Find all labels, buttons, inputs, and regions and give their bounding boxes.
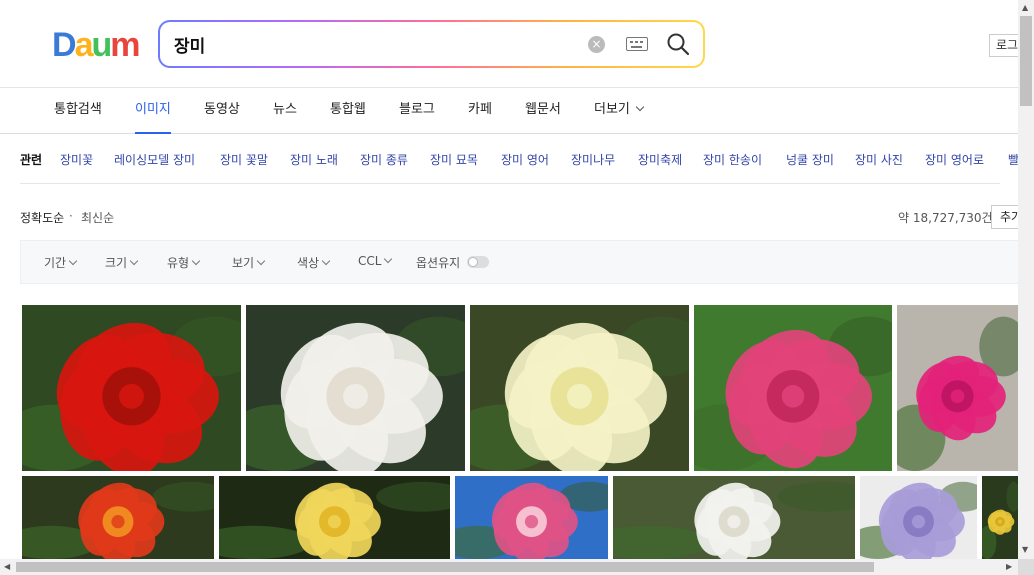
daum-logo[interactable]: Daum (52, 26, 141, 64)
image-thumbnail-white-rose[interactable] (246, 305, 465, 471)
sort-row: 정확도순 · 최신순 약 18,727,730건 추가 (0, 200, 1031, 232)
chevron-down-icon (384, 254, 393, 264)
filter-period[interactable]: 기간 (44, 254, 78, 271)
related-searches: 관련 장미꽃 레이싱모델 장미 장미 꽃말 장미 노래 장미 종류 장미 묘목 … (0, 135, 1030, 183)
chevron-down-icon (321, 256, 331, 266)
tab-more-label: 더보기 (594, 102, 630, 117)
scroll-down-icon[interactable]: ▼ (1022, 545, 1028, 554)
image-thumbnail-red-rose[interactable] (22, 305, 241, 471)
scrollbar-corner (1018, 559, 1034, 575)
tab-blog[interactable]: 블로그 (399, 88, 435, 134)
image-thumbnail-orange-red-rose[interactable] (22, 476, 214, 559)
tab-videos[interactable]: 동영상 (204, 88, 240, 134)
sort-separator: · (69, 209, 73, 223)
filter-bar: 기간 크기 유형 보기 색상 CCL 옵션유지 (20, 240, 1020, 284)
related-link[interactable]: 장미 꽃말 (220, 151, 268, 168)
related-link[interactable]: 장미꽃 (60, 151, 93, 168)
image-thumbnail-magenta-rose[interactable] (897, 305, 1018, 471)
related-link[interactable]: 레이싱모델 장미 (114, 151, 195, 168)
chevron-down-icon (129, 256, 139, 266)
search-icon[interactable] (666, 32, 690, 56)
image-thumbnail-white-rose-garden[interactable] (613, 476, 855, 559)
filter-size-label: 크기 (105, 256, 128, 270)
scroll-right-icon[interactable]: ▶ (1006, 562, 1012, 571)
tab-integrated-web[interactable]: 통합웹 (330, 88, 366, 134)
logo-letter-m: m (110, 26, 140, 64)
horizontal-scrollbar[interactable]: ◀ ▶ (0, 559, 1018, 575)
horizontal-scroll-thumb[interactable] (16, 562, 874, 572)
filter-ccl-label: CCL (358, 254, 382, 268)
filter-period-label: 기간 (44, 256, 67, 270)
vertical-scroll-thumb[interactable] (1020, 16, 1032, 106)
filter-keep-options: 옵션유지 (416, 256, 461, 270)
tab-web-docs[interactable]: 웹문서 (525, 88, 561, 134)
related-link[interactable]: 장미나무 (571, 151, 615, 168)
logo-letter-a: a (74, 26, 94, 64)
clear-icon[interactable]: × (588, 36, 605, 53)
image-thumbnail-lavender-rose[interactable] (860, 476, 977, 559)
tab-images[interactable]: 이미지 (135, 88, 171, 134)
related-link[interactable]: 넝쿨 장미 (786, 151, 834, 168)
chevron-down-icon (68, 256, 78, 266)
filter-type[interactable]: 유형 (167, 254, 201, 271)
result-count: 약 18,727,730건 (898, 211, 993, 225)
header: Daum × 로그인 (0, 0, 1029, 88)
tab-more[interactable]: 더보기 (594, 88, 645, 134)
related-title: 관련 (20, 153, 43, 167)
filter-type-label: 유형 (167, 256, 190, 270)
related-link[interactable]: 장미 영어로 (925, 151, 984, 168)
related-link[interactable]: 장미 노래 (290, 151, 338, 168)
search-input[interactable] (174, 31, 574, 57)
image-thumbnail-cream-rose[interactable] (470, 305, 689, 471)
image-thumbnail-pink-rosebuds[interactable] (694, 305, 892, 471)
logo-letter-d: D (52, 26, 77, 64)
chevron-down-icon (256, 256, 266, 266)
search-inner: × (160, 22, 703, 66)
keyboard-icon[interactable] (626, 37, 648, 51)
search-box: × (158, 20, 705, 68)
chevron-down-icon (191, 256, 201, 266)
related-link[interactable]: 장미축제 (638, 151, 682, 168)
filter-ccl[interactable]: CCL (358, 254, 393, 268)
tab-integrated-search[interactable]: 통합검색 (54, 88, 102, 134)
tab-cafe[interactable]: 카페 (468, 88, 492, 134)
keep-options-toggle[interactable] (467, 256, 489, 268)
filter-size[interactable]: 크기 (105, 254, 139, 271)
tab-bar: 통합검색 이미지 동영상 뉴스 통합웹 블로그 카페 웹문서 더보기 (0, 88, 1018, 134)
related-link[interactable]: 장미 영어 (501, 151, 549, 168)
sort-latest[interactable]: 최신순 (81, 209, 114, 226)
filter-view[interactable]: 보기 (232, 254, 266, 271)
image-thumbnail-yellow-rose-partial[interactable] (982, 476, 1018, 559)
sort-accuracy[interactable]: 정확도순 (20, 209, 64, 226)
logo-letter-u: u (91, 26, 112, 64)
filter-view-label: 보기 (232, 256, 255, 270)
vertical-scrollbar[interactable]: ▲ ▼ (1018, 0, 1034, 559)
related-link[interactable]: 장미 한송이 (703, 151, 762, 168)
tab-news[interactable]: 뉴스 (273, 88, 297, 134)
related-link[interactable]: 장미 사진 (855, 151, 903, 168)
filter-color[interactable]: 색상 (297, 254, 331, 271)
scroll-up-icon[interactable]: ▲ (1022, 3, 1028, 12)
image-thumbnail-pink-rose-sky[interactable] (455, 476, 608, 559)
related-link[interactable]: 장미 종류 (360, 151, 408, 168)
image-thumbnail-yellow-rose[interactable] (219, 476, 450, 559)
chevron-down-icon (635, 102, 645, 112)
scroll-left-icon[interactable]: ◀ (4, 562, 10, 571)
page: Daum × 로그인 통합검색 이미지 동영상 뉴스 통합웹 블로그 (0, 0, 1034, 575)
divider (20, 183, 1000, 184)
filter-color-label: 색상 (297, 256, 320, 270)
related-link[interactable]: 장미 묘목 (430, 151, 478, 168)
